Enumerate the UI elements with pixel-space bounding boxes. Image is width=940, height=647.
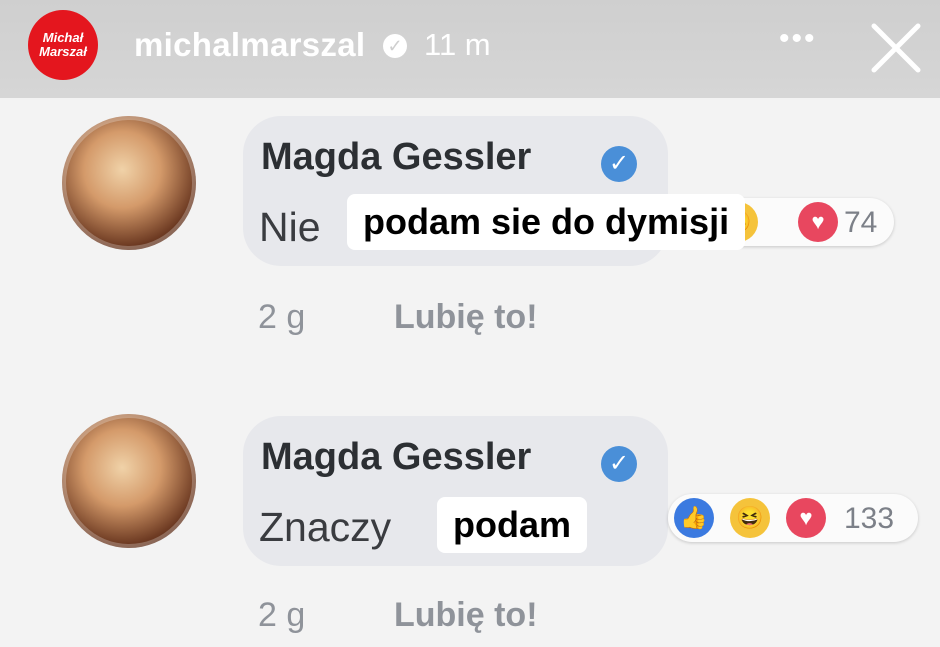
verified-badge-icon: ✓ — [383, 34, 407, 58]
comment-author[interactable]: Magda Gessler — [261, 436, 531, 479]
more-options-icon[interactable]: ••• — [779, 22, 817, 56]
story-username[interactable]: michalmarszal — [134, 26, 365, 64]
story-header: Michał Marszał michalmarszal ✓ 11 m ••• — [0, 0, 940, 98]
commenter-avatar — [62, 116, 196, 250]
reaction-count: 133 — [844, 502, 895, 535]
comment-text: Znaczy — [259, 504, 392, 550]
love-reaction-icon: ♥ — [798, 202, 838, 242]
text-sticker: podam — [437, 497, 588, 553]
comment-age: 2 g — [258, 596, 306, 634]
comment-author[interactable]: Magda Gessler — [261, 136, 531, 179]
story-timestamp: 11 m — [424, 27, 491, 62]
like-button[interactable]: Lubię to! — [394, 298, 538, 337]
logo-text-line2: Marszał — [39, 44, 87, 59]
comment-age: 2 g — [258, 298, 306, 336]
close-icon[interactable] — [870, 22, 922, 74]
reactions-summary[interactable]: 👍 😆 ♥ 133 — [668, 494, 918, 542]
verified-badge-icon: ✓ — [601, 446, 637, 482]
verified-badge-icon: ✓ — [601, 146, 637, 182]
story-content: Magda Gessler ✓ Nie 👍 😆 ♥ 74 podam sie d… — [0, 98, 940, 647]
haha-reaction-icon: 😆 — [730, 498, 770, 538]
comment-text: Nie — [259, 204, 321, 250]
commenter-avatar — [62, 414, 196, 548]
like-reaction-icon: 👍 — [674, 498, 714, 538]
logo-text-line1: Michał — [42, 30, 84, 45]
reaction-count: 74 — [844, 206, 878, 239]
profile-avatar[interactable]: Michał Marszał — [28, 10, 98, 80]
like-button[interactable]: Lubię to! — [394, 596, 538, 635]
text-sticker: podam sie do dymisji — [347, 194, 746, 250]
love-reaction-icon: ♥ — [786, 498, 826, 538]
